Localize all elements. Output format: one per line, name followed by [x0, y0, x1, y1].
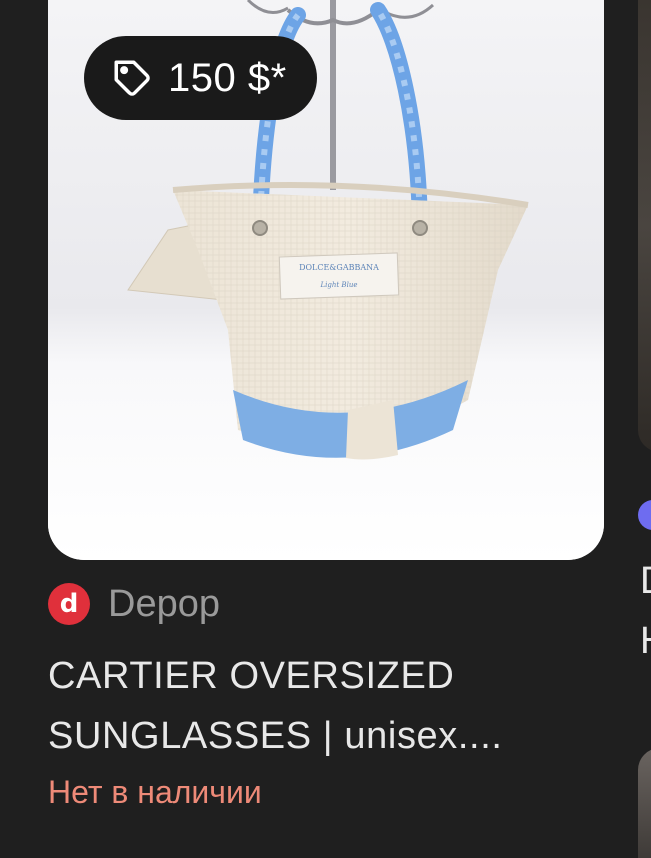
bag-label-sub: Light Blue: [320, 281, 358, 289]
next-row-product-image[interactable]: [638, 748, 651, 858]
next-source-logo-icon: [638, 500, 651, 530]
source-row[interactable]: d Depop: [48, 582, 220, 626]
next-product-image[interactable]: [638, 0, 651, 452]
product-title-line-2: SUNGLASSES | unisex....: [48, 715, 503, 757]
bag-label-brand: DOLCE&GABBANA: [299, 263, 379, 272]
next-product-title-line-1[interactable]: D: [640, 560, 651, 603]
product-card[interactable]: DOLCE&GABBANA Light Blue 150 $*: [48, 0, 604, 560]
next-product-title-line-2[interactable]: H: [640, 620, 651, 663]
price-badge: 150 $*: [84, 36, 317, 120]
shopping-results-page: DOLCE&GABBANA Light Blue 150 $* d Depop …: [0, 0, 651, 858]
product-title-line-1: CARTIER OVERSIZED: [48, 655, 455, 697]
source-name: Depop: [108, 582, 220, 625]
product-title[interactable]: CARTIER OVERSIZED SUNGLASSES | unisex...…: [48, 646, 608, 766]
price-tag-icon: [110, 56, 154, 100]
depop-logo-icon: d: [48, 583, 90, 625]
availability-status: Нет в наличии: [48, 774, 262, 810]
price-label: 150 $*: [168, 55, 287, 100]
